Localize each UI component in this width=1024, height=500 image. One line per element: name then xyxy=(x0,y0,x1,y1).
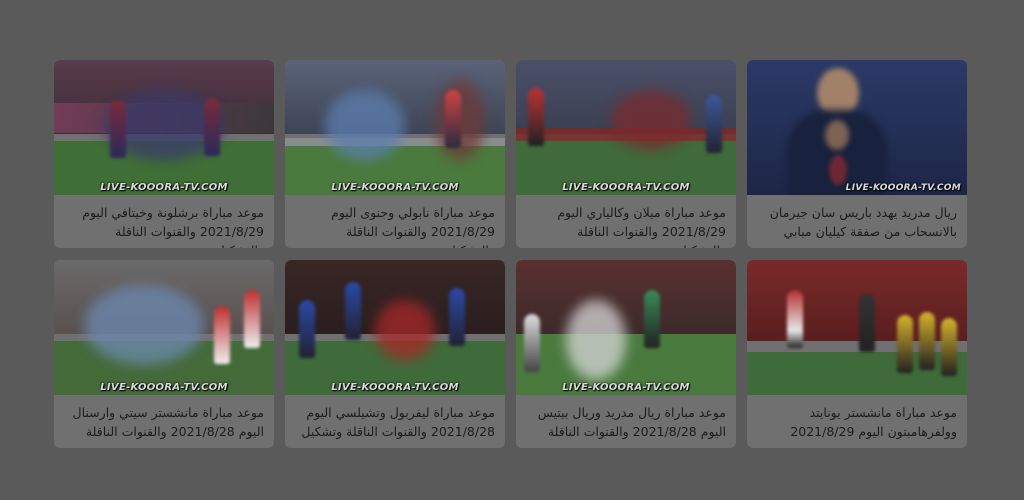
watermark: LIVE-KOOORA-TV.COM xyxy=(562,182,690,193)
news-thumbnail[interactable]: LIVE-KOOORA-TV.COM xyxy=(516,60,736,195)
news-title[interactable]: موعد مباراة ميلان وكالياري اليوم 2021/8/… xyxy=(516,195,736,248)
news-title[interactable]: موعد مباراة نابولي وجنوى اليوم 2021/8/29… xyxy=(285,195,505,248)
news-title[interactable]: موعد مباراة ليفربول وتشيلسي اليوم 2021/8… xyxy=(285,395,505,441)
news-title[interactable]: موعد مباراة مانشستر يونايتد وولفرهامبتون… xyxy=(747,395,967,441)
news-card[interactable]: LIVE-KOOORA-TV.COM موعد مباراة نابولي وج… xyxy=(285,60,505,248)
watermark: LIVE-KOOORA-TV.COM xyxy=(331,182,459,193)
news-card[interactable]: LIVE-KOOORA-TV.COM ريال مدريد يهدد باريس… xyxy=(747,60,967,248)
news-card[interactable]: LIVE-KOOORA-TV.COM موعد مباراة مانشستر س… xyxy=(54,260,274,448)
watermark: LIVE-KOOORA-TV.COM xyxy=(562,382,690,393)
watermark: LIVE-KOOORA-TV.COM xyxy=(845,183,961,193)
news-card[interactable]: LIVE-KOOORA-TV.COM موعد مباراة ميلان وكا… xyxy=(516,60,736,248)
news-card[interactable]: LIVE-KOOORA-TV.COM موعد مباراة ريال مدري… xyxy=(516,260,736,448)
news-title[interactable]: موعد مباراة ريال مدريد وريال بيتيس اليوم… xyxy=(516,395,736,441)
news-thumbnail[interactable] xyxy=(747,260,967,395)
watermark: LIVE-KOOORA-TV.COM xyxy=(100,182,228,193)
news-title[interactable]: ريال مدريد يهدد باريس سان جيرمان بالانسح… xyxy=(747,195,967,241)
news-card[interactable]: LIVE-KOOORA-TV.COM موعد مباراة ليفربول و… xyxy=(285,260,505,448)
news-thumbnail[interactable]: LIVE-KOOORA-TV.COM xyxy=(516,260,736,395)
news-thumbnail[interactable]: LIVE-KOOORA-TV.COM xyxy=(747,60,967,195)
news-card[interactable]: موعد مباراة مانشستر يونايتد وولفرهامبتون… xyxy=(747,260,967,448)
news-thumbnail[interactable]: LIVE-KOOORA-TV.COM xyxy=(285,60,505,195)
news-title[interactable]: موعد مباراة مانشستر سيتي وارسنال اليوم 2… xyxy=(54,395,274,441)
news-grid: LIVE-KOOORA-TV.COM ريال مدريد يهدد باريس… xyxy=(54,60,967,448)
news-thumbnail[interactable]: LIVE-KOOORA-TV.COM xyxy=(285,260,505,395)
watermark: LIVE-KOOORA-TV.COM xyxy=(100,382,228,393)
news-card[interactable]: LIVE-KOOORA-TV.COM موعد مباراة برشلونة و… xyxy=(54,60,274,248)
news-title[interactable]: موعد مباراة برشلونة وخيتافي اليوم 2021/8… xyxy=(54,195,274,248)
watermark: LIVE-KOOORA-TV.COM xyxy=(331,382,459,393)
news-thumbnail[interactable]: LIVE-KOOORA-TV.COM xyxy=(54,60,274,195)
news-thumbnail[interactable]: LIVE-KOOORA-TV.COM xyxy=(54,260,274,395)
